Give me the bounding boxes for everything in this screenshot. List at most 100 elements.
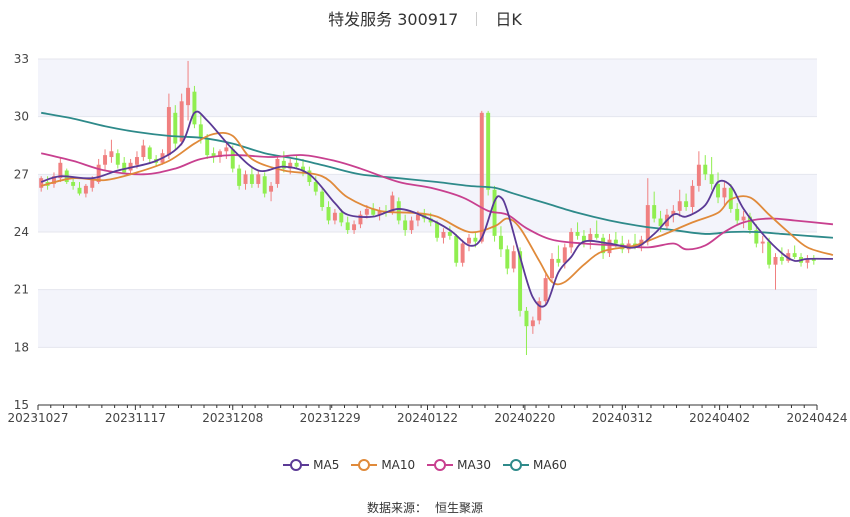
candle-body xyxy=(454,235,459,263)
x-tick-label: 20240122 xyxy=(397,411,458,425)
candle-body xyxy=(709,174,714,184)
candle-body xyxy=(511,251,516,269)
candle-body xyxy=(243,174,248,184)
candle-body xyxy=(147,147,152,159)
candle-body xyxy=(473,237,478,242)
candle xyxy=(537,297,542,325)
x-tick-label: 20240312 xyxy=(592,411,653,425)
candle-body xyxy=(71,182,76,186)
x-axis: 20231027 20231117 20231208 20231229 20240122… xyxy=(7,404,848,425)
candle xyxy=(460,239,465,267)
candle-body xyxy=(735,208,740,221)
candle-body xyxy=(645,205,650,240)
candle-body xyxy=(767,241,772,265)
candle-body xyxy=(703,164,708,175)
y-tick-label: 15 xyxy=(14,398,29,412)
candle-body xyxy=(103,155,108,165)
candle-body xyxy=(230,149,235,169)
legend-item-ma60[interactable]: MA60 xyxy=(503,458,567,472)
candle-body xyxy=(192,91,197,125)
candle-body xyxy=(256,174,261,184)
x-tick-label: 20231208 xyxy=(202,411,263,425)
legend-swatch xyxy=(503,458,530,472)
y-tick-label: 33 xyxy=(14,52,29,66)
candle-body xyxy=(409,220,414,231)
x-tick-label: 20240424 xyxy=(786,411,847,425)
candle-body xyxy=(550,258,554,279)
legend-swatch xyxy=(427,458,454,472)
legend-item-ma30[interactable]: MA30 xyxy=(427,458,491,472)
candle-body xyxy=(498,235,503,250)
candle-body xyxy=(249,174,254,184)
candle-body xyxy=(224,147,229,152)
candle-body xyxy=(332,212,337,221)
candle-body xyxy=(716,183,721,198)
candle-body xyxy=(396,201,401,221)
candle-body xyxy=(441,232,446,238)
legend-item-ma10[interactable]: MA10 xyxy=(351,458,415,472)
candle-body xyxy=(690,185,695,208)
candle-body xyxy=(77,187,82,194)
candle-body xyxy=(90,180,95,188)
candle-body xyxy=(186,87,191,106)
x-tick-label: 20240402 xyxy=(689,411,750,425)
legend-label: MA10 xyxy=(381,458,416,472)
candle-body xyxy=(543,278,548,302)
plot-band xyxy=(38,232,817,290)
candle-body xyxy=(741,216,746,221)
plot-band xyxy=(38,347,817,405)
legend-label: MA5 xyxy=(313,458,340,472)
legend-item-ma5[interactable]: MA5 xyxy=(283,458,339,472)
candle-body xyxy=(205,137,210,156)
candle xyxy=(543,274,548,306)
candle xyxy=(454,233,459,267)
candle-body xyxy=(262,176,267,194)
candle-body xyxy=(179,101,184,142)
candle-body xyxy=(435,222,440,238)
x-tick-label: 20231117 xyxy=(105,411,166,425)
candle-body xyxy=(594,233,599,238)
candle-body xyxy=(141,145,146,158)
candle xyxy=(479,110,484,244)
candle-body xyxy=(524,310,529,327)
y-axis: 15 18 21 24 27 30 33 xyxy=(14,52,29,412)
candle-body xyxy=(403,220,408,231)
candle-body xyxy=(530,320,535,327)
legend-label: MA30 xyxy=(457,458,492,472)
candle xyxy=(192,85,197,129)
plot-band xyxy=(38,289,817,348)
candle-body xyxy=(122,162,127,173)
legend-swatch xyxy=(283,458,310,472)
y-tick-label: 18 xyxy=(14,340,29,354)
candle-body xyxy=(364,208,369,215)
source-label: 数据来源： xyxy=(366,501,427,515)
candle xyxy=(492,185,497,242)
x-tick-label: 20240220 xyxy=(494,411,555,425)
candle-body xyxy=(134,157,139,165)
legend-swatch xyxy=(351,458,378,472)
candle xyxy=(486,110,491,196)
candle-body xyxy=(696,164,701,186)
candle-body xyxy=(83,185,88,194)
candle-body xyxy=(652,205,657,219)
candle-body xyxy=(326,207,331,221)
y-tick-label: 30 xyxy=(14,110,29,124)
candle-body xyxy=(569,232,574,248)
candle-body xyxy=(467,237,471,244)
candle-body xyxy=(779,256,784,261)
candle-body xyxy=(320,191,325,208)
candle-body xyxy=(505,249,510,269)
candle-body xyxy=(237,168,242,186)
candle-body xyxy=(460,243,465,263)
legend-label: MA60 xyxy=(533,458,567,472)
candle-body xyxy=(447,232,452,236)
candle-body xyxy=(115,153,120,165)
data-source: 数据来源： 恒生聚源 xyxy=(0,499,850,516)
y-tick-label: 27 xyxy=(14,167,29,181)
candle-body xyxy=(684,201,689,208)
candle-body xyxy=(313,182,318,192)
source-value: 恒生聚源 xyxy=(435,501,484,515)
candle-body xyxy=(562,247,567,263)
candle xyxy=(275,155,280,188)
candle-body xyxy=(773,256,778,265)
